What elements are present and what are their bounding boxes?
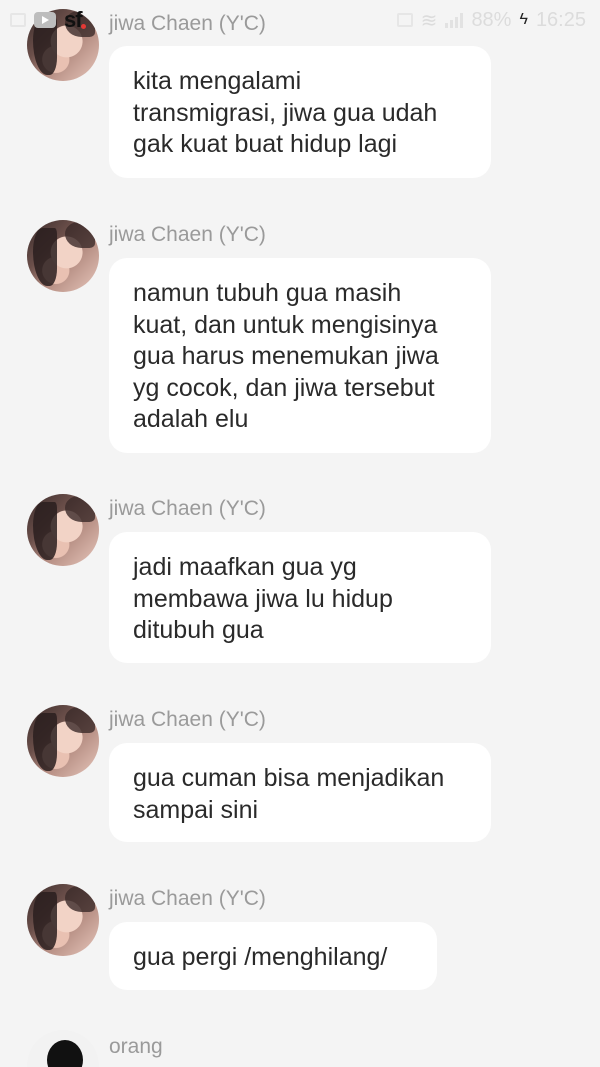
image-icon [10,13,26,27]
message-line: kita mengalami [133,67,302,95]
clock: 16:25 [535,8,586,31]
message-line: kuat, dan untuk mengisinya [133,310,438,339]
message-line: gua cuman bisa menjadikan [133,764,445,792]
message-line: gua harus menemukan jiwa [133,342,439,370]
sim-icon [396,13,413,27]
status-right: ≋ 88% ϟ 16:25 [396,8,586,33]
message-bubble[interactable]: gua pergi /menghilang/ [109,922,437,990]
message-line: gua pergi /menghilang/ [133,943,388,971]
message-line: transmigrasi, jiwa gua udah [133,98,438,127]
message-line: membawa jiwa lu hidup [133,584,393,613]
message-line: jadi maafkan gua yg [133,553,357,581]
status-bar: sf ≋ 88% ϟ 16:25 [0,0,600,40]
message-bubble[interactable]: jadi maafkan gua yg membawa jiwa lu hidu… [109,532,491,663]
charging-icon: ϟ [519,11,528,28]
battery-level: 88% [471,8,512,31]
avatar[interactable] [27,220,99,292]
avatar[interactable] [27,494,99,566]
sender-name: jiwa Chaen (Y'C) [109,223,266,246]
youtube-icon [34,12,56,28]
signal-icon [445,12,464,28]
status-left: sf [10,7,86,33]
message-line: adalah elu [133,405,249,433]
message-line: gak kuat buat hidup lagi [133,130,398,158]
avatar[interactable] [27,884,99,956]
chat-screen: sf ≋ 88% ϟ 16:25 jiwa Chaen (Y'C) kita m… [0,0,600,1067]
sender-name: jiwa Chaen (Y'C) [109,497,266,520]
sender-name: jiwa Chaen (Y'C) [109,708,266,731]
message-bubble[interactable]: kita mengalami transmigrasi, jiwa gua ud… [109,46,491,178]
message-line: yg cocok, dan jiwa tersebut [133,373,435,402]
wifi-icon: ≋ [420,9,438,32]
avatar[interactable] [27,1030,99,1067]
message-bubble[interactable]: namun tubuh gua masih kuat, dan untuk me… [109,258,491,453]
message-line: namun tubuh gua masih [133,279,402,307]
message-line: sampai sini [133,795,259,824]
sender-name: jiwa Chaen (Y'C) [109,887,266,910]
message-bubble[interactable]: gua cuman bisa menjadikan sampai sini [109,743,491,842]
sender-name: orang [109,1035,163,1058]
avatar[interactable] [27,705,99,777]
message-line: ditubuh gua [133,616,264,644]
sf-app-icon: sf [64,7,86,32]
